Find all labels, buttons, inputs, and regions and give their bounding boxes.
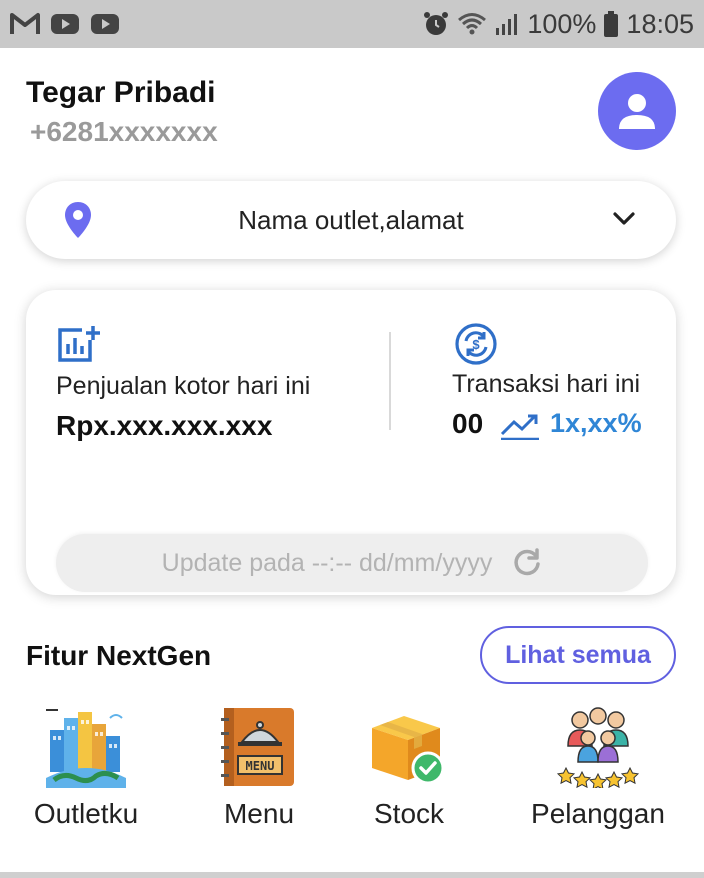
gross-sales-value: Rpx.xxx.xxx.xxx xyxy=(56,410,273,441)
transactions-label: Transaksi hari ini xyxy=(452,370,641,398)
features-title: Fitur NextGen xyxy=(26,640,212,671)
feature-pelanggan[interactable]: Pelanggan xyxy=(510,706,686,830)
battery-percent: 100% xyxy=(527,8,597,39)
bottom-divider xyxy=(0,872,704,878)
youtube-icon xyxy=(50,12,80,36)
location-pin-icon xyxy=(64,201,92,244)
gross-sales-label: Penjualan kotor hari ini xyxy=(56,372,311,400)
status-bar: 100% 18:05 xyxy=(0,0,704,48)
update-bar: Update pada --:-- dd/mm/yyyy xyxy=(56,534,648,592)
customers-icon xyxy=(556,707,640,788)
user-phone: +6281xxxxxxx xyxy=(30,116,218,147)
feature-label: Pelanggan xyxy=(531,798,665,829)
feature-label: Stock xyxy=(373,798,445,829)
gmail-icon xyxy=(10,12,40,36)
feature-label: Outletku xyxy=(33,798,139,829)
alarm-icon xyxy=(423,11,449,37)
menu-book-icon: MENU xyxy=(221,708,294,786)
feature-stock[interactable]: Stock xyxy=(350,706,468,830)
user-icon xyxy=(619,94,655,129)
chart-add-icon xyxy=(56,324,102,369)
transactions-change: 1x,xx% xyxy=(550,408,642,438)
feature-label: Menu xyxy=(223,798,295,829)
box-check-icon xyxy=(372,716,445,785)
svg-text:$: $ xyxy=(472,337,480,352)
feature-outletku[interactable]: Outletku xyxy=(20,706,152,830)
outlet-selector[interactable]: Nama outlet,alamat xyxy=(26,181,676,259)
card-divider xyxy=(389,332,391,430)
avatar[interactable] xyxy=(598,72,676,150)
svg-text:MENU: MENU xyxy=(246,759,275,773)
trending-up-icon xyxy=(500,412,540,445)
user-name: Tegar Pribadi xyxy=(26,76,216,109)
outlet-label: Nama outlet,alamat xyxy=(238,204,464,235)
battery-icon xyxy=(604,11,619,37)
update-text: Update pada --:-- dd/mm/yyyy xyxy=(161,548,493,577)
transactions-count: 00 xyxy=(452,408,484,439)
signal-icon xyxy=(495,12,519,36)
clock-time: 18:05 xyxy=(626,8,694,39)
sync-money-icon: $ xyxy=(454,322,498,371)
chevron-down-icon xyxy=(612,209,636,234)
city-icon xyxy=(46,709,126,788)
feature-menu[interactable]: MENU Menu xyxy=(200,706,318,830)
see-all-button[interactable]: Lihat semua xyxy=(480,626,676,684)
wifi-icon xyxy=(457,12,487,36)
sales-summary-card: $ Penjualan kotor hari ini Rpx.xxx.xxx.x… xyxy=(26,290,676,595)
youtube-icon xyxy=(90,12,120,36)
refresh-icon[interactable] xyxy=(512,548,542,578)
